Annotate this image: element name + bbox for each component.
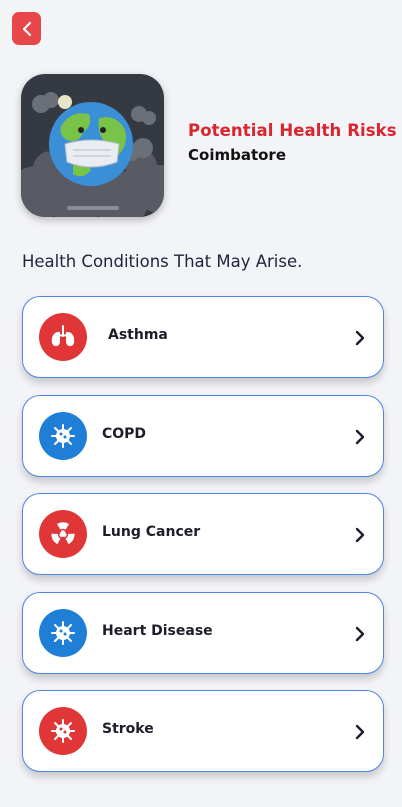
chevron-right-icon [355, 429, 365, 445]
condition-card-stroke[interactable]: Stroke [22, 690, 384, 772]
chevron-left-icon [22, 21, 31, 36]
chevron-right-icon [355, 330, 365, 346]
chevron-right-icon [355, 626, 365, 642]
hero-illustration [21, 74, 164, 217]
virus-icon [39, 707, 87, 755]
condition-card-asthma[interactable]: Asthma [22, 296, 384, 378]
virus-icon [39, 609, 87, 657]
virus-icon [39, 412, 87, 460]
radiation-icon [39, 510, 87, 558]
condition-label: Heart Disease [102, 623, 213, 639]
chevron-right-icon [355, 724, 365, 740]
condition-card-lung-cancer[interactable]: Lung Cancer [22, 493, 384, 575]
back-button[interactable] [12, 12, 41, 45]
condition-label: Lung Cancer [102, 524, 201, 540]
condition-label: COPD [102, 426, 147, 442]
section-heading: Health Conditions That May Arise. [22, 252, 303, 271]
condition-card-copd[interactable]: COPD [22, 395, 384, 477]
lungs-icon [39, 313, 87, 361]
condition-card-heart-disease[interactable]: Heart Disease [22, 592, 384, 674]
page-title: Potential Health Risks [188, 121, 397, 140]
header-text: Potential Health Risks Coimbatore [188, 121, 397, 164]
chevron-right-icon [355, 527, 365, 543]
city-name: Coimbatore [188, 146, 286, 164]
condition-label: Asthma [108, 327, 168, 343]
condition-label: Stroke [102, 721, 154, 737]
